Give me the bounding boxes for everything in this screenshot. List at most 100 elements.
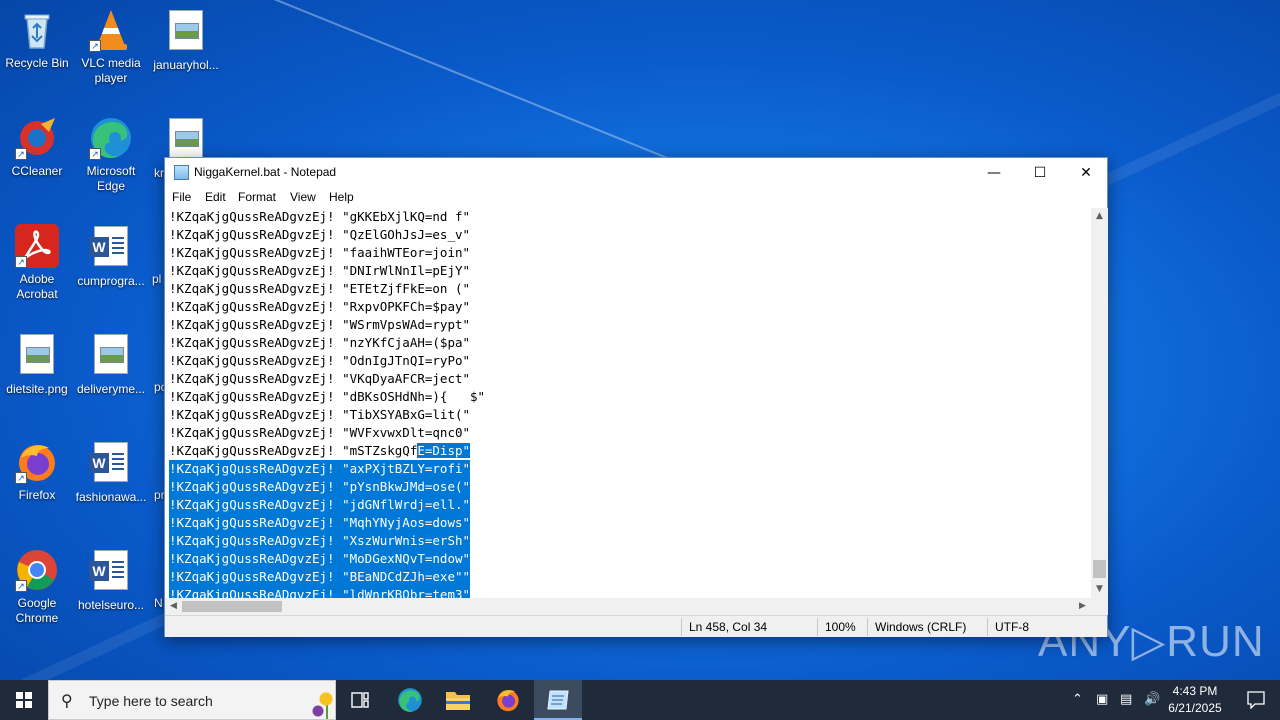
vertical-scrollbar[interactable]: ▲ ▼ xyxy=(1091,208,1108,598)
encoding: UTF-8 xyxy=(995,620,1029,634)
horizontal-scrollbar[interactable]: ◀ ▶ xyxy=(165,598,1091,615)
desktop-icon-ccleaner[interactable]: ↗ CCleaner xyxy=(1,116,73,179)
text-line: !KZqaKjgQussReADgvzEj! "RxpvOPKFCh=$pay" xyxy=(169,299,471,314)
text-line: !KZqaKjgQussReADgvzEj! "OdnIgJTnQI=ryPo" xyxy=(169,353,471,368)
start-button[interactable] xyxy=(0,680,48,720)
text-line: !KZqaKjgQussReADgvzEj! "TibXSYABxG=lit(" xyxy=(169,407,471,422)
word-document-icon: W xyxy=(89,442,133,486)
taskbar-search-box[interactable]: ⚲ Type here to search xyxy=(48,680,336,720)
text-line: !KZqaKjgQussReADgvzEj! "WVFxvwxDlt=qnc0" xyxy=(169,425,471,440)
selected-text-line: !KZqaKjgQussReADgvzEj! "axPXjtBZLY=rofi" xyxy=(169,460,471,478)
taskbar-clock[interactable]: 4:43 PM 6/21/2025 xyxy=(1160,683,1230,717)
chevron-up-icon[interactable]: ⌃ xyxy=(1072,692,1083,707)
taskbar-firefox-button[interactable] xyxy=(484,680,532,720)
menu-bar: File Edit Format View Help xyxy=(165,188,1107,208)
notepad-icon xyxy=(547,690,569,710)
word-document-icon: W xyxy=(89,226,133,270)
maximize-button[interactable]: ☐ xyxy=(1017,158,1063,188)
desktop-icon-hotelseuro[interactable]: W hotelseuro... xyxy=(75,548,147,613)
desktop-icon-recycle-bin[interactable]: Recycle Bin xyxy=(1,8,73,71)
notepad-icon xyxy=(174,165,189,180)
scroll-left-arrow-icon[interactable]: ◀ xyxy=(165,598,182,615)
text-line: !KZqaKjgQussReADgvzEj! "ETEtZjfFkE=on (" xyxy=(169,281,471,296)
close-button[interactable]: ✕ xyxy=(1063,158,1109,188)
scroll-down-arrow-icon[interactable]: ▼ xyxy=(1091,581,1108,598)
selected-text-line: !KZqaKjgQussReADgvzEj! "MqhYNyjAos=dows" xyxy=(169,514,471,532)
taskbar-edge-button[interactable] xyxy=(386,680,434,720)
desktop-icon-label: dietsite.png xyxy=(6,382,68,396)
shortcut-arrow-icon: ↗ xyxy=(15,256,27,268)
taskbar-file-explorer-button[interactable] xyxy=(434,680,482,720)
text-line-partially-selected: !KZqaKjgQussReADgvzEj! "mSTZskgQfE=Disp" xyxy=(169,442,471,460)
text-line: !KZqaKjgQussReADgvzEj! "faaihWTEor=join" xyxy=(169,245,471,260)
notifications-icon xyxy=(1247,691,1265,710)
scroll-right-arrow-icon[interactable]: ▶ xyxy=(1074,598,1091,615)
firefox-icon: ↗ xyxy=(15,440,59,484)
desktop-icon-firefox[interactable]: ↗ Firefox xyxy=(1,440,73,503)
shortcut-arrow-icon: ↗ xyxy=(89,148,101,160)
taskbar: ⚲ Type here to search ⌃ ▣ ▤ 🔊 4:43 PM 6/… xyxy=(0,680,1280,720)
image-file-icon xyxy=(89,334,133,378)
image-file-icon xyxy=(15,334,59,378)
text-editor[interactable]: !KZqaKjgQussReADgvzEj! "gKKEbXjlKQ=nd f"… xyxy=(165,208,1091,598)
selected-text-line: !KZqaKjgQussReADgvzEj! "BEaNDCdZJh=exe"" xyxy=(169,568,471,586)
text-line: !KZqaKjgQussReADgvzEj! "DNIrWlNnIl=pEjY" xyxy=(169,263,471,278)
notepad-window[interactable]: NiggaKernel.bat - Notepad — ☐ ✕ File Edi… xyxy=(164,157,1108,637)
image-file-icon xyxy=(164,10,208,54)
firefox-icon xyxy=(497,689,519,712)
menu-file[interactable]: File xyxy=(172,190,191,204)
search-highlight-flowers-icon xyxy=(304,685,335,719)
desktop-icon-dietsite[interactable]: dietsite.png xyxy=(1,332,73,397)
title-bar[interactable]: NiggaKernel.bat - Notepad — ☐ ✕ xyxy=(165,158,1107,188)
horizontal-scroll-thumb[interactable] xyxy=(182,601,282,612)
unselected-text: !KZqaKjgQussReADgvzEj! "mSTZskgQf xyxy=(169,443,418,458)
desktop-icon-cumprogra[interactable]: W cumprogra... xyxy=(75,224,147,289)
taskbar-notepad-button[interactable] xyxy=(534,680,582,720)
selected-text: E=Disp" xyxy=(417,443,471,458)
menu-format[interactable]: Format xyxy=(238,190,276,204)
image-file-icon xyxy=(164,118,208,162)
action-center-button[interactable] xyxy=(1232,680,1280,720)
edge-icon: ↗ xyxy=(89,116,133,160)
minimize-button[interactable]: — xyxy=(971,158,1017,188)
desktop-icon-google-chrome[interactable]: ↗ Google Chrome xyxy=(1,548,73,626)
selected-text-line: !KZqaKjgQussReADgvzEj! "XszWurWnis=erSh" xyxy=(169,532,471,550)
desktop-icon-vlc[interactable]: ↗ VLC media player xyxy=(75,8,147,86)
vertical-scroll-thumb[interactable] xyxy=(1093,560,1106,578)
scroll-up-arrow-icon[interactable]: ▲ xyxy=(1091,208,1108,225)
desktop-icon-label: Microsoft Edge xyxy=(86,164,136,193)
menu-help[interactable]: Help xyxy=(329,190,354,204)
folder-icon xyxy=(446,692,470,710)
volume-icon[interactable]: 🔊 xyxy=(1144,692,1160,707)
status-bar: Ln 458, Col 34 100% Windows (CRLF) UTF-8 xyxy=(165,615,1107,637)
text-line: !KZqaKjgQussReADgvzEj! "dBKsOSHdNh=){ $" xyxy=(169,389,486,404)
acrobat-icon: ↗ xyxy=(15,224,59,268)
device-icon[interactable]: ▣ xyxy=(1096,692,1108,707)
desktop-icon-label: deliveryme... xyxy=(76,382,146,396)
text-line: !KZqaKjgQussReADgvzEj! "nzYKfCjaAH=($pa" xyxy=(169,335,471,350)
desktop-icon-label: Google Chrome xyxy=(15,596,59,625)
search-icon: ⚲ xyxy=(61,691,73,710)
word-document-icon: W xyxy=(89,550,133,594)
windows-logo-icon xyxy=(16,692,32,708)
edge-icon xyxy=(398,688,422,712)
network-icon[interactable]: ▤ xyxy=(1120,692,1132,707)
shortcut-arrow-icon: ↗ xyxy=(15,472,27,484)
chrome-icon: ↗ xyxy=(15,548,59,592)
task-view-icon xyxy=(351,692,369,708)
desktop-icon-label: januaryhol... xyxy=(153,58,219,72)
shortcut-arrow-icon: ↗ xyxy=(89,40,101,52)
desktop-icon-januaryhol[interactable]: januaryhol... xyxy=(150,8,222,73)
menu-edit[interactable]: Edit xyxy=(205,190,226,204)
text-line: !KZqaKjgQussReADgvzEj! "QzElGOhJsJ=es_v" xyxy=(169,227,471,242)
clock-date: 6/21/2025 xyxy=(1168,701,1222,715)
vlc-cone-icon: ↗ xyxy=(89,8,133,52)
desktop-icon-microsoft-edge[interactable]: ↗ Microsoft Edge xyxy=(75,116,147,194)
desktop-icon-deliveryme[interactable]: deliveryme... xyxy=(75,332,147,397)
desktop-icon-adobe-acrobat[interactable]: ↗ Adobe Acrobat xyxy=(1,224,73,302)
selected-text-line: !KZqaKjgQussReADgvzEj! "pYsnBkwJMd=ose(" xyxy=(169,478,471,496)
task-view-button[interactable] xyxy=(336,680,384,720)
desktop-icon-fashionawa[interactable]: W fashionawa... xyxy=(75,440,147,505)
zoom-level: 100% xyxy=(825,620,856,634)
menu-view[interactable]: View xyxy=(290,190,316,204)
